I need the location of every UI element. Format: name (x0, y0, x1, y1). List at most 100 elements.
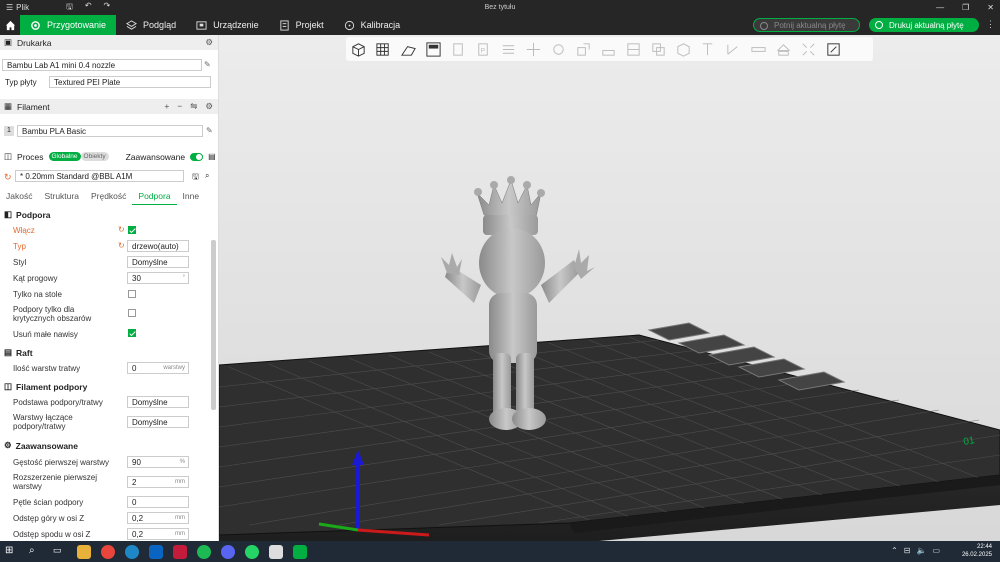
expansion-input[interactable]: 2 mm (127, 476, 189, 488)
sync-icon[interactable]: ⇋ (190, 101, 197, 112)
support-section-title: Podpora (16, 209, 51, 220)
settings-icon[interactable]: ⚙ (205, 101, 213, 112)
search-icon[interactable]: ⌕ (29, 545, 43, 559)
printer-icon: ▣ (4, 37, 13, 47)
explorer-icon[interactable] (77, 544, 91, 559)
tab-project[interactable]: Projekt (269, 15, 334, 35)
reset-icon[interactable]: ↻ (4, 172, 12, 183)
app-icon[interactable] (173, 544, 187, 559)
network-icon[interactable]: ⊟ (904, 546, 911, 555)
minimize-icon[interactable]: — (936, 3, 944, 12)
remove-icon[interactable]: − (177, 101, 182, 112)
process-icon: ◫ (4, 151, 13, 161)
density-input[interactable]: 90% (127, 456, 189, 468)
taskbar: ⊞ ⌕ ▭ ⌃ ⊟ 🔈 ▭ 22:44 26.02.2025 (0, 541, 1000, 562)
support-interface-select[interactable]: Domyślne (127, 416, 189, 428)
printer-section-title: Drukarka (17, 37, 52, 48)
advanced-icon: ⚙ (4, 440, 12, 450)
more-icon[interactable]: ⋮ (986, 19, 995, 30)
reset-icon[interactable]: ↻ (118, 225, 125, 234)
threshold-angle-input[interactable]: 30 ° (127, 272, 189, 284)
search-icon[interactable]: ⌕ (205, 171, 209, 181)
filament-select[interactable]: Bambu PLA Basic (17, 125, 203, 137)
slice-plate-button[interactable]: Potnij aktualną płytę (753, 18, 860, 32)
filament-icon: ▦ (4, 101, 13, 111)
battery-icon[interactable]: ▭ (932, 546, 940, 555)
outlook-icon[interactable] (149, 544, 163, 559)
subtab-other[interactable]: Inne (177, 191, 206, 205)
clock[interactable]: 22:44 26.02.2025 (962, 543, 992, 559)
objects-toggle[interactable]: Obiekty (80, 152, 109, 161)
raft-icon: ▤ (4, 347, 13, 357)
global-toggle[interactable]: Globalne (48, 152, 81, 161)
raft-layers-input[interactable]: 0 warstwy (127, 362, 189, 374)
discord-icon[interactable] (221, 544, 235, 559)
home-button[interactable] (0, 15, 20, 35)
save-icon[interactable]: 🖫 (66, 1, 73, 15)
enable-support-checkbox[interactable] (128, 226, 136, 234)
printer-select[interactable]: Bambu Lab A1 mini 0.4 nozzle (2, 59, 202, 71)
chrome-icon[interactable] (101, 544, 115, 559)
restore-icon[interactable]: ❐ (962, 3, 969, 12)
compare-icon[interactable]: ▤ (208, 152, 216, 161)
edit-icon[interactable]: ✎ (204, 60, 211, 69)
bottom-z-input[interactable]: 0,2 mm (127, 528, 189, 540)
tab-device[interactable]: Urządzenie (186, 15, 269, 35)
process-preset-select[interactable]: * 0.20mm Standard @BBL A1M (15, 170, 184, 182)
angle-unit: ° (182, 275, 185, 281)
critical-label: Podpory tylko dla krytycznych obszarów (13, 305, 92, 323)
windows-start-icon[interactable]: ⊞ (5, 545, 19, 559)
reset-icon[interactable]: ↻ (118, 241, 125, 250)
plate-type-select[interactable]: Textured PEI Plate (49, 76, 211, 88)
edge-icon[interactable] (125, 544, 139, 559)
on-plate-checkbox[interactable] (128, 290, 136, 298)
raft-layers-unit: warstwy (163, 365, 185, 371)
redo-icon[interactable]: ↷ (104, 1, 111, 15)
subtab-structure[interactable]: Struktura (38, 191, 85, 205)
raft-layers-label: Ilość warstw tratwy (13, 364, 81, 373)
process-subtabs: Jakość Struktura Prędkość Podpora Inne (0, 191, 218, 205)
store-icon[interactable] (269, 544, 283, 559)
tab-calibration[interactable]: Kalibracja (334, 15, 411, 35)
task-view-icon[interactable]: ▭ (53, 545, 67, 559)
save-preset-icon[interactable]: 🖫 (192, 171, 199, 185)
subtab-speed[interactable]: Prędkość (85, 191, 132, 205)
whatsapp-icon[interactable] (245, 544, 259, 559)
file-menu-label: Plik (16, 3, 30, 12)
chevron-up-icon[interactable]: ⌃ (891, 546, 898, 555)
tab-preview[interactable]: Podgląd (116, 15, 186, 35)
bottom-z-unit: mm (175, 531, 185, 537)
angle-value: 30 (132, 273, 141, 283)
top-z-input[interactable]: 0,2 mm (127, 512, 189, 524)
tab-prepare[interactable]: Przygotowanie (20, 15, 117, 35)
critical-checkbox[interactable] (128, 309, 136, 317)
edit-icon[interactable]: ✎ (206, 126, 213, 135)
close-icon[interactable]: ✕ (987, 3, 994, 12)
settings-icon[interactable]: ⚙ (205, 37, 213, 48)
tab-label: Urządzenie (213, 20, 259, 30)
spotify-icon[interactable] (197, 544, 211, 559)
3d-viewport[interactable]: P 01 (219, 35, 1000, 541)
calibration-icon (344, 20, 354, 30)
loops-input[interactable]: 0 (127, 496, 189, 508)
add-icon[interactable]: + (164, 101, 169, 112)
base-label: Podstawa podpory/tratwy (13, 398, 103, 407)
plate-type-label: Typ płyty (5, 78, 37, 87)
subtab-quality[interactable]: Jakość (0, 191, 38, 205)
advanced-switch[interactable] (190, 152, 204, 161)
file-menu[interactable]: ☰ Plik (0, 3, 60, 12)
advanced-section: ⚙ Zaawansowane (4, 440, 78, 451)
print-plate-button[interactable]: Drukuj aktualną płytę (869, 18, 979, 32)
subtab-support[interactable]: Podpora (132, 191, 177, 205)
volume-icon[interactable]: 🔈 (916, 546, 926, 555)
undo-icon[interactable]: ↶ (85, 1, 92, 15)
enable-label: Włącz (13, 226, 35, 235)
support-style-select[interactable]: Domyślne (127, 256, 189, 268)
loops-value: 0 (132, 497, 137, 507)
support-type-select[interactable]: drzewo(auto) (127, 240, 189, 252)
sidebar-scrollbar[interactable] (211, 240, 216, 410)
filament-header: ▦ Filament + − ⇋ ⚙ (0, 99, 218, 114)
support-base-select[interactable]: Domyślne (127, 396, 189, 408)
bambu-studio-icon[interactable] (293, 544, 307, 559)
remove-small-checkbox[interactable] (128, 329, 136, 337)
